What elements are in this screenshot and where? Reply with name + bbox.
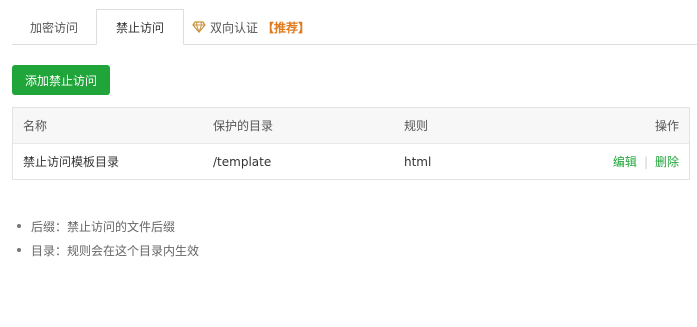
page-root: 加密访问 禁止访问 双向认证 【推荐】 添加禁止访问 名称 保护的目录 规则 操… bbox=[0, 0, 697, 327]
note-text: 目录：规则会在这个目录内生效 bbox=[31, 243, 200, 258]
list-item: 目录：规则会在这个目录内生效 bbox=[17, 238, 199, 262]
header-rule: 规则 bbox=[404, 119, 429, 133]
help-notes: 后缀：禁止访问的文件后缀 目录：规则会在这个目录内生效 bbox=[17, 214, 199, 262]
tab-label: 双向认证 bbox=[210, 20, 259, 35]
edit-link[interactable]: 编辑 bbox=[613, 153, 637, 170]
recommend-badge: 【推荐】 bbox=[262, 20, 311, 35]
tab-encrypted-access[interactable]: 加密访问 bbox=[12, 9, 96, 45]
action-divider: | bbox=[643, 154, 648, 169]
cell-rule: html bbox=[404, 154, 432, 169]
note-text: 后缀：禁止访问的文件后缀 bbox=[31, 219, 176, 234]
tab-label: 加密访问 bbox=[29, 20, 78, 35]
list-item: 后缀：禁止访问的文件后缀 bbox=[17, 214, 199, 238]
tab-mutual-auth[interactable]: 双向认证 【推荐】 bbox=[192, 9, 332, 45]
table-row: 禁止访问模板目录 /template html 编辑 | 删除 bbox=[13, 144, 689, 179]
header-name: 名称 bbox=[23, 119, 48, 133]
cell-name: 禁止访问模板目录 bbox=[23, 155, 120, 169]
add-forbidden-access-button[interactable]: 添加禁止访问 bbox=[12, 65, 110, 95]
cell-directory: /template bbox=[213, 154, 272, 169]
tab-bar: 加密访问 禁止访问 双向认证 【推荐】 bbox=[12, 9, 697, 45]
tab-forbidden-access[interactable]: 禁止访问 bbox=[96, 9, 184, 45]
tab-label: 禁止访问 bbox=[115, 20, 164, 35]
diamond-icon bbox=[192, 20, 206, 34]
rules-table: 名称 保护的目录 规则 操作 禁止访问模板目录 /template html 编… bbox=[12, 107, 690, 180]
header-directory: 保护的目录 bbox=[213, 119, 274, 133]
bullet-icon bbox=[17, 248, 21, 252]
table-header: 名称 保护的目录 规则 操作 bbox=[13, 108, 689, 144]
cell-actions: 编辑 | 删除 bbox=[613, 144, 679, 179]
delete-link[interactable]: 删除 bbox=[655, 153, 679, 170]
bullet-icon bbox=[17, 224, 21, 228]
header-actions: 操作 bbox=[654, 119, 679, 133]
